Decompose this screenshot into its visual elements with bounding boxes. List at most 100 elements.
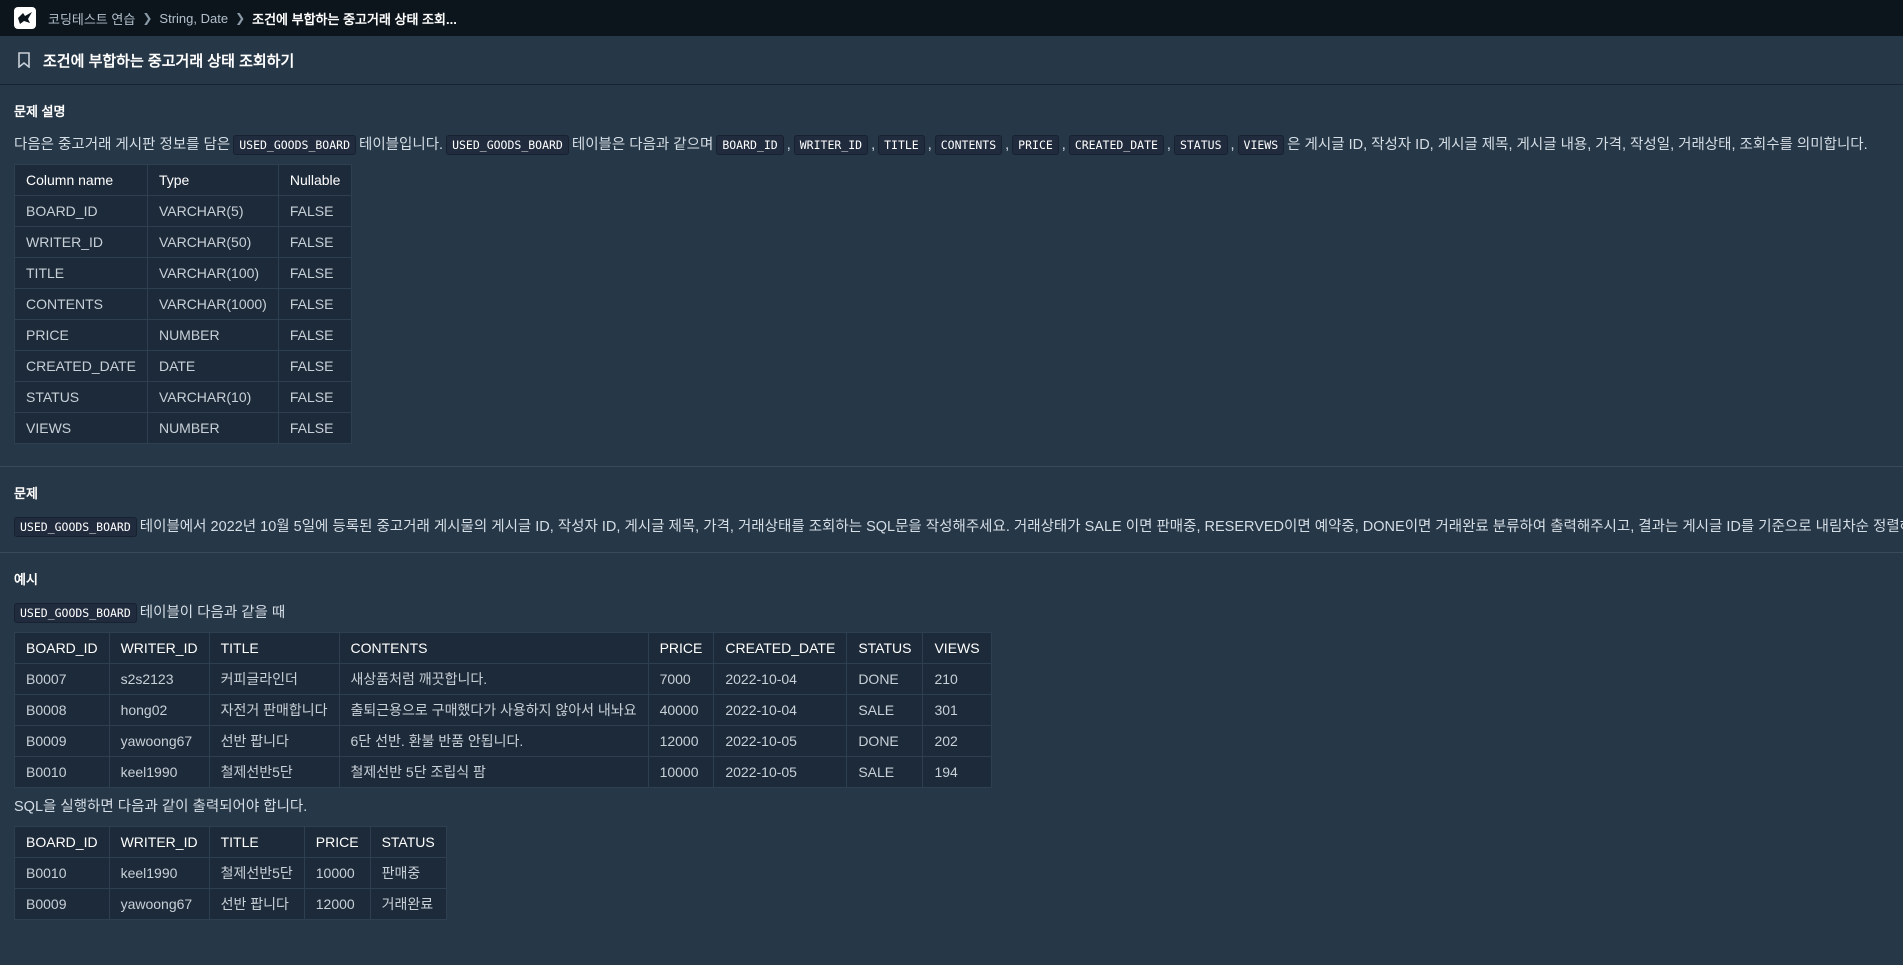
table-row: BOARD_ID VARCHAR(5) FALSE [14, 195, 353, 227]
table-cell: NUMBER [146, 412, 279, 444]
table-cell: B0010 [14, 857, 110, 889]
table-header-cell: VIEWS [922, 632, 992, 664]
table-header-cell: BOARD_ID [14, 632, 110, 664]
table-cell: 12000 [303, 888, 371, 920]
page-title: 조건에 부합하는 중고거래 상태 조회하기 [43, 52, 295, 70]
table-cell: yawoong67 [108, 725, 210, 757]
problem-content: 문제 설명 다음은 중고거래 게시판 정보를 담은 USED_GOODS_BOAR… [0, 101, 1903, 920]
table-header-cell: CONTENTS [338, 632, 649, 664]
table-cell: FALSE [277, 226, 353, 258]
table-cell: 선반 팝니다 [208, 725, 340, 757]
column-code: PRICE [1012, 135, 1059, 155]
table-cell: VARCHAR(1000) [146, 288, 279, 320]
table-cell: 7000 [647, 663, 715, 695]
table-header-row: BOARD_ID WRITER_ID TITLE PRICE STATUS [14, 826, 447, 858]
table-cell: 새상품처럼 깨끗합니다. [338, 663, 649, 695]
table-cell: s2s2123 [108, 663, 210, 695]
schema-table: Column name Type Nullable BOARD_ID VARCHA… [14, 164, 353, 444]
table-cell: FALSE [277, 257, 353, 289]
chevron-right-icon: ❯ [142, 11, 153, 25]
column-code: CREATED_DATE [1068, 135, 1164, 155]
description-heading: 문제 설명 [14, 104, 66, 119]
example-intro: USED_GOODS_BOARD 테이블이 다음과 같을 때 [14, 602, 1889, 624]
table-row: B0007 s2s2123 커피글라인더 새상품처럼 깨끗합니다. 7000 2022-1… [14, 663, 992, 695]
table-cell: 210 [922, 663, 992, 695]
table-cell: VARCHAR(100) [146, 257, 279, 289]
table-cell: SALE [846, 756, 924, 788]
table-cell: B0009 [14, 888, 110, 920]
problem-paragraph: USED_GOODS_BOARD 테이블에서 2022년 10월 5일에 등록된 … [14, 516, 1903, 538]
table-cell: 출퇴근용으로 구매했다가 사용하지 않아서 내놔요 [338, 694, 649, 726]
section-divider [0, 466, 1903, 467]
table-header-row: BOARD_ID WRITER_ID TITLE CONTENTS PRICE … [14, 632, 992, 664]
table-cell: 거래완료 [369, 888, 447, 920]
table-cell: VARCHAR(5) [146, 195, 279, 227]
table-cell: 10000 [303, 857, 371, 889]
table-cell: 2022-10-04 [713, 663, 848, 695]
table-header-cell: STATUS [846, 632, 924, 664]
table-cell: VARCHAR(10) [146, 381, 279, 413]
table-cell: 301 [922, 694, 992, 726]
column-code: STATUS [1173, 135, 1228, 155]
problem-heading: 문제 [14, 486, 38, 501]
table-cell: FALSE [277, 412, 353, 444]
table-row: B0009 yawoong67 선반 팝니다 12000 거래완료 [14, 888, 447, 920]
table-row: B0010 keel1990 철제선반5단 10000 판매중 [14, 857, 447, 889]
table-row: VIEWS NUMBER FALSE [14, 412, 353, 444]
table-cell: FALSE [277, 350, 353, 382]
programmers-logo[interactable] [14, 7, 36, 29]
table-cell: VARCHAR(50) [146, 226, 279, 258]
table-cell: 철제선반 5단 조립식 팜 [338, 756, 649, 788]
table-header-cell: Column name [14, 164, 148, 196]
table-cell: B0007 [14, 663, 110, 695]
example-input-table: BOARD_ID WRITER_ID TITLE CONTENTS PRICE … [14, 632, 992, 788]
breadcrumb-item-category[interactable]: String, Date [159, 11, 228, 26]
example-heading: 예시 [14, 572, 38, 587]
table-cell: keel1990 [108, 756, 210, 788]
table-cell: CONTENTS [14, 288, 148, 320]
table-cell: WRITER_ID [14, 226, 148, 258]
table-cell: CREATED_DATE [14, 350, 148, 382]
table-cell: BOARD_ID [14, 195, 148, 227]
table-cell: keel1990 [108, 857, 210, 889]
table-row: B0009 yawoong67 선반 팝니다 6단 선반. 환불 반품 안됩니다. 12… [14, 725, 992, 757]
table-header-cell: CREATED_DATE [713, 632, 848, 664]
table-cell: B0009 [14, 725, 110, 757]
table-row: B0008 hong02 자전거 판매합니다 출퇴근용으로 구매했다가 사용하지 않아… [14, 694, 992, 726]
table-cell: TITLE [14, 257, 148, 289]
table-cell: 2022-10-05 [713, 756, 848, 788]
table-header-cell: Type [146, 164, 279, 196]
table-header-cell: STATUS [369, 826, 447, 858]
table-header-cell: WRITER_ID [108, 632, 210, 664]
table-cell: FALSE [277, 195, 353, 227]
table-cell: FALSE [277, 319, 353, 351]
table-cell: 선반 팝니다 [208, 888, 305, 920]
table-row: TITLE VARCHAR(100) FALSE [14, 257, 353, 289]
table-header-cell: WRITER_ID [108, 826, 210, 858]
table-cell: 202 [922, 725, 992, 757]
table-cell: B0010 [14, 756, 110, 788]
breadcrumb-item-coding-test[interactable]: 코딩테스트 연습 [48, 9, 135, 28]
table-cell: 판매중 [369, 857, 447, 889]
table-name-code: USED_GOODS_BOARD [14, 603, 137, 623]
top-navigation-bar: 코딩테스트 연습 ❯ String, Date ❯ 조건에 부합하는 중고거래 … [0, 0, 1903, 36]
table-cell: 10000 [647, 756, 715, 788]
description-paragraph: 다음은 중고거래 게시판 정보를 담은 USED_GOODS_BOARD 테이블입니… [14, 135, 1868, 155]
breadcrumb: 코딩테스트 연습 ❯ String, Date ❯ 조건에 부합하는 중고거래 … [48, 9, 457, 28]
table-row: WRITER_ID VARCHAR(50) FALSE [14, 226, 353, 258]
table-name-code: USED_GOODS_BOARD [446, 135, 569, 155]
table-cell: NUMBER [146, 319, 279, 351]
table-name-code: USED_GOODS_BOARD [14, 517, 137, 537]
section-divider [0, 552, 1903, 553]
table-row: CONTENTS VARCHAR(1000) FALSE [14, 288, 353, 320]
logo-bird-icon [18, 12, 32, 24]
table-header-cell: BOARD_ID [14, 826, 110, 858]
table-cell: VIEWS [14, 412, 148, 444]
table-cell: 2022-10-04 [713, 694, 848, 726]
column-code: BOARD_ID [716, 135, 784, 155]
table-cell: DATE [146, 350, 279, 382]
table-header-cell: TITLE [208, 632, 340, 664]
chevron-right-icon: ❯ [235, 11, 246, 25]
bookmark-icon[interactable] [17, 52, 31, 68]
table-header-cell: TITLE [208, 826, 305, 858]
